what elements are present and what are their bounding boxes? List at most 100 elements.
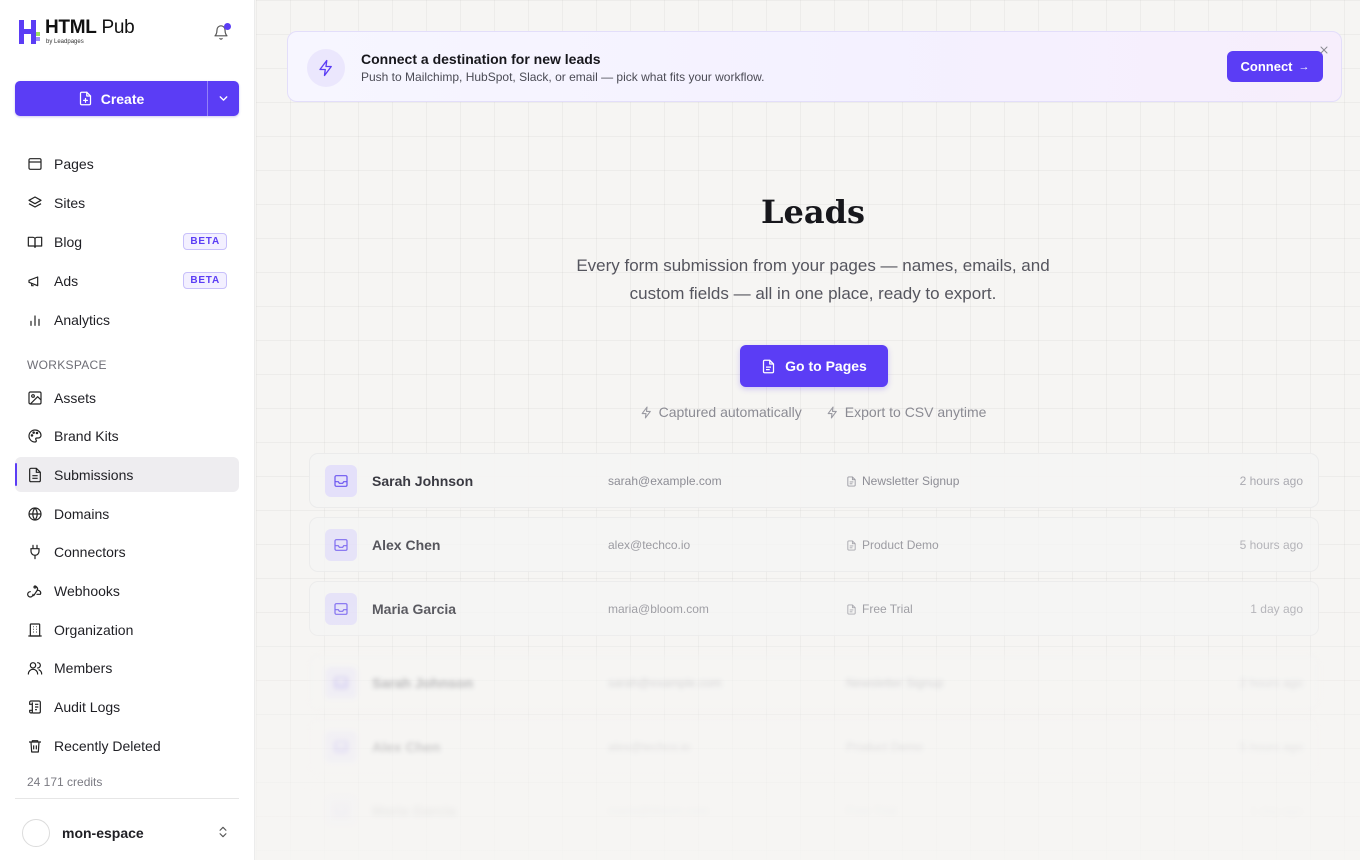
workspace-nav: Assets Brand Kits Submissions Domains Co… xyxy=(15,380,239,763)
sidebar-item-label: Recently Deleted xyxy=(54,737,161,754)
file-text-icon xyxy=(26,466,43,483)
lead-form-label: Newsletter Signup xyxy=(846,676,944,690)
sidebar-item-organization[interactable]: Organization xyxy=(15,612,239,647)
page-title: Leads xyxy=(761,193,865,231)
sidebar-item-label: Blog xyxy=(54,233,83,250)
sidebar-item-connectors[interactable]: Connectors xyxy=(15,535,239,570)
book-icon xyxy=(26,233,43,250)
create-button-group: Create xyxy=(15,81,239,116)
lead-name: Alex Chen xyxy=(372,739,441,755)
page-subtitle: Every form submission from your pages — … xyxy=(576,256,1050,303)
logo-subtitle: by Leadpages xyxy=(46,39,84,45)
table-row: Alex Chen alex@techco.io Product Demo 5 … xyxy=(309,719,1319,774)
banner-title: Connect a destination for new leads xyxy=(361,51,601,67)
chevron-down-icon xyxy=(219,96,228,101)
layers-icon xyxy=(26,194,43,211)
connect-banner: Connect a destination for new leads Push… xyxy=(287,31,1342,102)
sidebar-item-label: Submissions xyxy=(54,466,134,483)
connect-label: Connect xyxy=(1240,59,1293,74)
arrow-right-icon: → xyxy=(1298,60,1310,73)
lead-email: maria@bloom.com xyxy=(608,602,709,616)
lead-time: 1 day ago xyxy=(1250,804,1303,818)
notifications-button[interactable] xyxy=(213,23,231,41)
file-text-icon xyxy=(763,359,775,373)
create-button[interactable]: Create xyxy=(15,81,207,116)
lead-form-label: Free Trial xyxy=(846,804,897,818)
inbox-icon xyxy=(325,795,357,827)
lead-email: alex@techco.io xyxy=(608,740,691,754)
section-label-workspace: WORKSPACE xyxy=(27,358,107,372)
table-row: Alex Chen alex@techco.io Product Demo 5 … xyxy=(309,517,1319,572)
lead-time: 1 day ago xyxy=(1250,602,1303,616)
lead-name: Maria Garcia xyxy=(372,601,457,617)
users-icon xyxy=(26,660,43,677)
sidebar-item-pages[interactable]: Pages xyxy=(15,146,239,181)
file-icon xyxy=(847,475,856,487)
workspace-switcher[interactable]: mon-espace xyxy=(22,818,236,848)
sidebar-item-label: Assets xyxy=(54,389,97,406)
main-content: Connect a destination for new leads Push… xyxy=(256,0,1360,860)
sidebar-item-label: Audit Logs xyxy=(54,699,121,715)
lead-name: Sarah Johnson xyxy=(372,473,474,489)
sidebar-item-analytics[interactable]: Analytics xyxy=(15,302,239,337)
sidebar-item-label: Connectors xyxy=(54,544,126,561)
sidebar-item-domains[interactable]: Domains xyxy=(15,496,239,531)
primary-nav: Pages Sites Blog BETA Ads BETA Analytics xyxy=(15,146,239,337)
lead-time: 2 hours ago xyxy=(1239,474,1303,488)
trash-icon xyxy=(26,737,43,754)
megaphone-icon xyxy=(26,272,43,289)
sidebar-item-submissions[interactable]: Submissions xyxy=(15,457,239,493)
logo-title-light: Pub xyxy=(96,17,135,38)
connect-button[interactable]: Connect → xyxy=(1227,51,1323,82)
lead-form: Free Trial xyxy=(846,602,913,616)
chevrons-up-down-icon xyxy=(219,826,227,838)
inbox-icon xyxy=(325,667,357,699)
sidebar-item-label: Organization xyxy=(54,621,134,638)
sidebar-item-label: Brand Kits xyxy=(54,428,119,445)
lead-time: 5 hours ago xyxy=(1239,740,1303,754)
sidebar-item-webhooks[interactable]: Webhooks xyxy=(15,573,239,608)
sidebar-item-ads[interactable]: Ads BETA xyxy=(15,263,239,298)
lead-form: Newsletter Signup xyxy=(846,474,959,488)
workspace-name: mon-espace xyxy=(62,825,144,841)
sidebar-item-brand-kits[interactable]: Brand Kits xyxy=(15,419,239,454)
sidebar-item-assets[interactable]: Assets xyxy=(15,380,239,415)
lead-form-label: Product Demo xyxy=(846,740,923,754)
avatar xyxy=(22,819,50,847)
inbox-icon xyxy=(325,593,357,625)
building-icon xyxy=(26,621,43,638)
lead-time: 5 hours ago xyxy=(1239,538,1303,552)
beta-badge: BETA xyxy=(183,272,227,289)
notification-dot xyxy=(224,23,231,30)
sidebar-item-members[interactable]: Members xyxy=(15,651,239,686)
sidebar-item-label: Ads xyxy=(54,272,79,289)
lead-form-label: Free Trial xyxy=(862,602,913,616)
feature-label: Captured automatically xyxy=(658,404,802,420)
inbox-icon xyxy=(325,529,357,561)
globe-icon xyxy=(26,505,43,522)
sidebar-item-label: Members xyxy=(54,660,113,677)
lead-form: Product Demo xyxy=(846,538,939,552)
create-dropdown-button[interactable] xyxy=(207,81,239,116)
table-row: Sarah Johnson sarah@example.com Newslett… xyxy=(309,453,1319,508)
palette-icon xyxy=(26,428,43,445)
lead-name: Sarah Johnson xyxy=(372,675,474,691)
logo[interactable]: HTML Pub by Leadpages xyxy=(18,17,135,46)
table-row: Maria Garcia maria@bloom.com Free Trial … xyxy=(309,581,1319,636)
logo-mark-icon xyxy=(19,20,40,44)
sidebar-item-sites[interactable]: Sites xyxy=(15,185,239,220)
go-to-pages-button[interactable]: Go to Pages xyxy=(740,345,888,387)
bar-chart-icon xyxy=(26,311,43,328)
sidebar-item-label: Pages xyxy=(54,155,94,172)
sidebar-item-blog[interactable]: Blog BETA xyxy=(15,224,239,259)
create-label: Create xyxy=(100,90,145,107)
sidebar: HTML Pub by Leadpages Create Pages Sites xyxy=(0,0,255,860)
lead-form-label: Product Demo xyxy=(862,538,939,552)
lead-email: sarah@example.com xyxy=(608,474,722,488)
sidebar-item-recently-deleted[interactable]: Recently Deleted xyxy=(15,728,239,763)
sidebar-item-label: Domains xyxy=(54,505,110,522)
sidebar-item-audit-logs[interactable]: Audit Logs xyxy=(15,690,239,725)
lead-form: Product Demo xyxy=(846,740,923,754)
close-icon[interactable] xyxy=(1318,43,1330,55)
feature-label: Export to CSV anytime xyxy=(844,404,987,420)
